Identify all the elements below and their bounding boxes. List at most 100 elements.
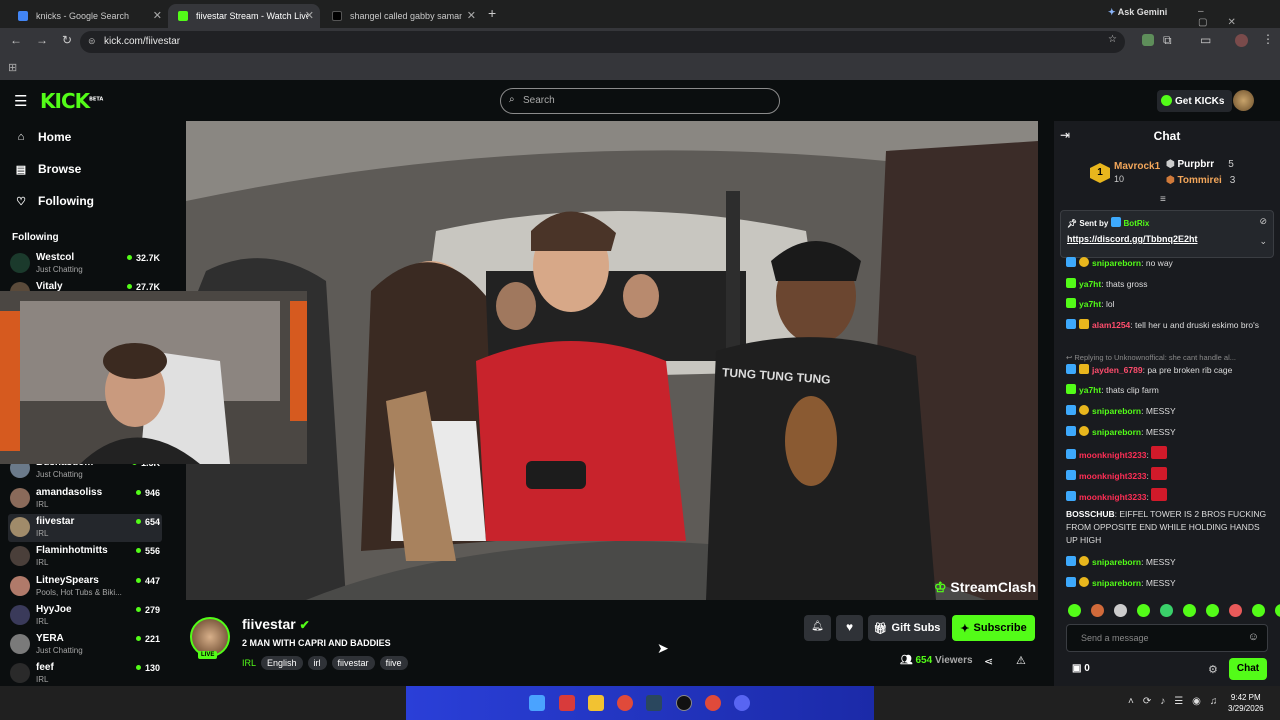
chat-username[interactable]: snipareborn — [1092, 406, 1141, 416]
tab-search-icon[interactable]: ▭ — [1200, 33, 1211, 47]
leaderboard-entry[interactable]: ⬢ Purpbrr 5 — [1166, 159, 1234, 170]
emote-icon[interactable] — [1137, 604, 1150, 617]
category-link[interactable]: IRL — [242, 658, 256, 668]
chat-username[interactable]: moonknight3233 — [1079, 471, 1147, 481]
leaderboard-entry[interactable]: ⬢ Tommirei 3 — [1166, 175, 1235, 186]
subscribe-button[interactable]: ✦ Subscribe — [952, 615, 1035, 641]
share-icon[interactable]: ⋖ — [984, 655, 993, 668]
kick-logo[interactable]: KICKBETA — [40, 89, 103, 113]
emote-icon[interactable] — [1114, 604, 1127, 617]
chat-username[interactable]: snipareborn — [1092, 578, 1141, 588]
sidebar-item-following[interactable]: ♡ Following — [14, 194, 94, 208]
chat-send-button[interactable]: Chat — [1229, 658, 1267, 680]
emoji-icon[interactable]: ☺ — [1248, 631, 1259, 643]
report-warning-icon[interactable]: ⚠ — [1016, 654, 1026, 667]
get-kicks-button[interactable]: Get KICKs — [1157, 90, 1233, 112]
emote-icon[interactable] — [1229, 604, 1242, 617]
unpin-icon[interactable]: ⊘ — [1259, 216, 1267, 227]
tab-tiktok[interactable]: shangel called gabby samanth ✕ — [322, 4, 482, 28]
expand-leaderboard-icon[interactable]: ≡ — [1160, 194, 1166, 205]
emote-icon[interactable] — [1160, 604, 1173, 617]
chat-message-input[interactable]: Send a message ☺ — [1066, 624, 1268, 652]
sidebar-item-home[interactable]: ⌂ Home — [14, 130, 72, 144]
channel-item[interactable]: Flaminhotmitts IRL 556 — [10, 543, 160, 571]
bookmark-star-icon[interactable]: ☆ — [1108, 34, 1117, 45]
chat-username[interactable]: jayden_6789 — [1092, 365, 1143, 375]
chrome-icon[interactable] — [617, 695, 633, 711]
steam-icon[interactable] — [646, 695, 662, 711]
system-tray-icons[interactable]: ˄⟳♪☰◉♫ — [1128, 696, 1226, 707]
new-tab-button[interactable]: + — [488, 5, 496, 21]
ask-gemini-label: Ask Gemini — [1117, 7, 1168, 17]
tag-pill[interactable]: fiive — [379, 656, 408, 670]
stream-title: 2 MAN WITH CAPRI AND BADDIES — [242, 638, 391, 648]
more-menu-icon[interactable]: ⋮ — [1262, 32, 1274, 46]
chevron-down-icon[interactable]: ⌄ — [1259, 236, 1267, 247]
chat-username[interactable]: ya7ht — [1079, 385, 1101, 395]
chat-settings-icon[interactable]: ⚙ — [1208, 663, 1218, 676]
app-icon[interactable] — [559, 695, 575, 711]
chat-username[interactable]: snipareborn — [1092, 557, 1141, 567]
close-icon[interactable]: ✕ — [153, 9, 162, 22]
site-info-icon[interactable]: ⊜ — [88, 36, 96, 47]
sidebar-item-browse[interactable]: ▤ Browse — [14, 162, 82, 176]
tab-google-search[interactable]: knicks - Google Search ✕ — [8, 4, 168, 28]
extension-icon[interactable] — [1142, 34, 1154, 46]
chat-username[interactable]: alam1254 — [1092, 320, 1130, 330]
channel-item[interactable]: YERA Just Chatting 221 — [10, 631, 160, 659]
channel-points[interactable]: ▣ 0 — [1072, 663, 1090, 674]
channel-item[interactable]: Westcol Just Chatting 32.7K — [10, 250, 160, 278]
channel-category: IRL — [36, 500, 49, 509]
hamburger-menu-icon[interactable]: ☰ — [14, 92, 27, 110]
sidebar-item-label: Home — [38, 130, 72, 144]
notification-bell-button[interactable]: 🔔︎ — [804, 615, 831, 641]
clock[interactable]: 9:42 PM 3/29/2026 — [1228, 692, 1264, 714]
channel-item[interactable]: HyyJoe IRL 279 — [10, 602, 160, 630]
search-input[interactable]: ⌕ Search — [500, 88, 780, 114]
nav-buttons[interactable]: ←→↻ — [10, 33, 86, 47]
start-windows-icon[interactable] — [529, 695, 545, 711]
chat-message: moonknight3233: — [1066, 467, 1271, 483]
chat-username[interactable]: BOSSCHUB — [1066, 509, 1115, 519]
chat-username[interactable]: moonknight3233 — [1079, 450, 1147, 460]
emote-icon[interactable] — [1206, 604, 1219, 617]
channel-item[interactable]: amandasoliss IRL 946 — [10, 485, 160, 513]
close-icon[interactable]: ✕ — [467, 9, 476, 22]
emote-icon[interactable] — [1252, 604, 1265, 617]
extensions-puzzle-icon[interactable]: ⧉ — [1163, 33, 1172, 48]
window-controls[interactable]: –▢✕ — [1198, 6, 1280, 28]
emote-icon[interactable] — [1091, 604, 1104, 617]
close-icon[interactable]: ✕ — [305, 9, 314, 22]
pinned-link[interactable]: https://discord.gg/Tbbnq2E2ht — [1067, 234, 1198, 244]
chat-username[interactable]: ya7ht — [1079, 299, 1101, 309]
discord-icon[interactable] — [734, 695, 750, 711]
emote-icon[interactable] — [1068, 604, 1081, 617]
leaderboard-name[interactable]: Mavrock1 — [1114, 161, 1160, 172]
tag-pill[interactable]: fiivestar — [331, 656, 375, 670]
tag-pill[interactable]: English — [261, 656, 303, 670]
file-explorer-icon[interactable] — [588, 695, 604, 711]
video-player[interactable]: TUNG TUNG TUNG ♔ StreamClash — [186, 121, 1038, 600]
emote-icon — [1151, 488, 1168, 501]
obs-icon[interactable] — [676, 695, 692, 711]
ask-gemini-button[interactable]: ✦ Ask Gemini — [1108, 7, 1167, 18]
url-field[interactable]: ⊜ kick.com/fiivestar ☆ — [80, 31, 1125, 53]
channel-item-active[interactable]: fiivestar IRL 654 — [8, 514, 162, 542]
chat-username[interactable]: moonknight3233 — [1079, 492, 1147, 502]
emote-icon[interactable] — [1183, 604, 1196, 617]
channel-item[interactable]: feef IRL 130 — [10, 660, 160, 688]
profile-avatar[interactable] — [1235, 34, 1248, 47]
chrome-icon[interactable] — [705, 695, 721, 711]
tag-pill[interactable]: irl — [307, 656, 327, 670]
channel-item[interactable]: LitneySpears Pools, Hot Tubs & Biki... 447 — [10, 573, 160, 601]
gift-subs-button[interactable]: 🎁︎ Gift Subs — [868, 615, 946, 641]
apps-grid-icon[interactable]: ⊞ — [8, 61, 17, 74]
emote-icon[interactable] — [1275, 604, 1280, 617]
chat-username[interactable]: ya7ht — [1079, 279, 1101, 289]
tab-kick-stream[interactable]: fiivestar Stream - Watch Live o ✕ — [168, 4, 320, 28]
follow-heart-button[interactable]: ♥ — [836, 615, 863, 641]
chat-username[interactable]: snipareborn — [1092, 258, 1141, 268]
user-avatar[interactable] — [1233, 90, 1254, 111]
streamer-name-row[interactable]: fiivestar ✔ — [242, 616, 310, 632]
chat-username[interactable]: snipareborn — [1092, 427, 1141, 437]
